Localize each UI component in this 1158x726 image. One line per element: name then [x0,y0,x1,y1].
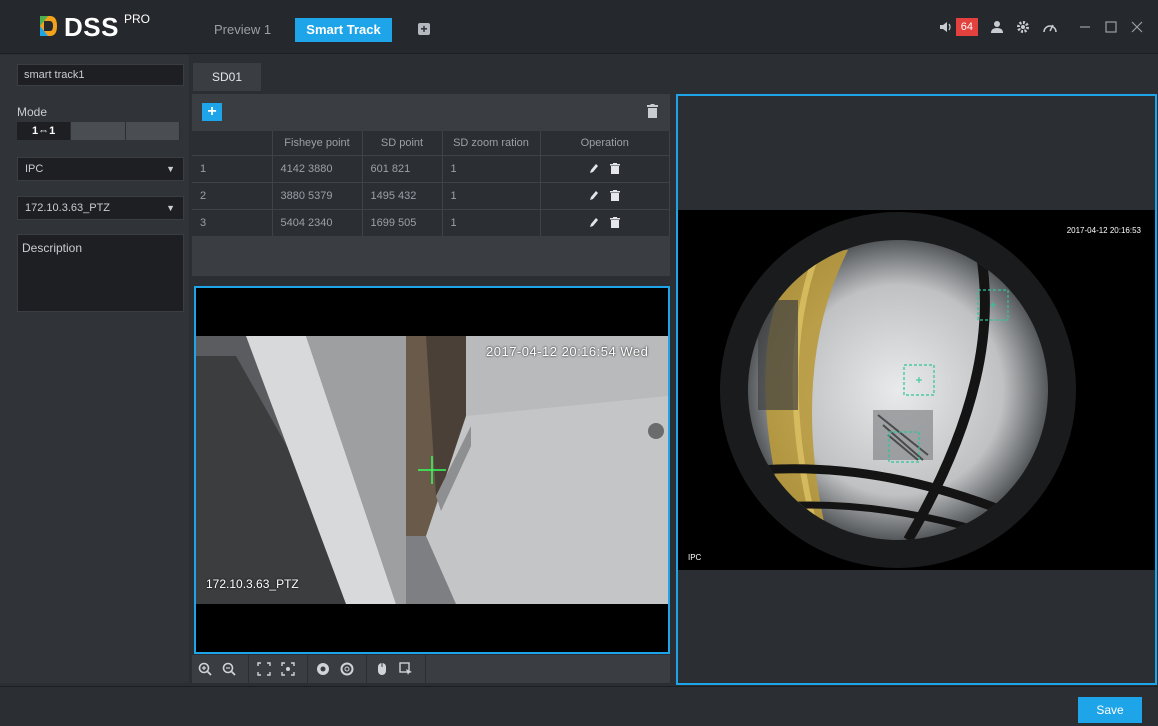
alarm-count-badge: 64 [955,18,978,36]
alarm-indicator[interactable]: 64 [939,18,978,36]
region-select-icon[interactable] [399,662,413,676]
sd-zoom: 1 [442,208,541,236]
col-zoom: SD zoom ration [442,131,541,155]
calibration-table-panel: + Fisheye point SD point SD zoom ration … [192,94,670,276]
add-point-button[interactable]: + [202,103,222,121]
sd-zoom: 1 [442,154,541,182]
toolbar-divider [248,655,249,683]
fit-view-icon[interactable] [257,662,271,676]
sd-zoom: 1 [442,181,541,209]
table-row[interactable]: 2 3880 5379 1495 432 1 [192,181,670,209]
sd-point: 601 821 [362,154,443,182]
iris-open-icon[interactable] [316,662,330,676]
focus-icon[interactable] [281,662,295,676]
channel-value: 172.10.3.63_PTZ [25,202,111,214]
iris-close-icon[interactable] [340,662,354,676]
logo-sup: PRO [123,12,150,26]
sd-point: 1699 505 [362,208,443,236]
description-placeholder: Description [22,241,83,255]
logo-mark-icon [40,16,57,36]
row-operations [540,154,670,182]
fisheye-point: 3880 5379 [272,181,363,209]
tab-preview[interactable]: Preview 1 [214,18,271,42]
mode-option-1-to-1[interactable]: 1⇔1 [17,122,72,140]
edit-icon[interactable] [589,217,599,228]
calibration-table: Fisheye point SD point SD zoom ration Op… [192,131,670,236]
app-logo: DSS PRO [38,12,150,42]
delete-all-icon[interactable] [647,104,658,118]
fisheye-video-view[interactable]: 2017-04-12 20:16:53 IPC [676,94,1157,685]
toolbar-divider [307,655,308,683]
logo-text: DSS [64,12,119,42]
ptz-timestamp: 2017-04-12 20:16:54 Wed [486,344,649,359]
bottom-bar: Save [0,686,1158,726]
user-icon[interactable] [990,20,1004,34]
left-panel: smart track1 Mode 1⇔1 IPC ▼ 172.10.3.63_… [0,55,189,683]
top-right-icons: 64 [939,18,1144,36]
fisheye-image [720,212,1076,568]
mode-option-2[interactable] [71,122,126,140]
tab-sd01[interactable]: SD01 [193,63,261,91]
fisheye-channel-label: IPC [688,553,702,562]
edit-icon[interactable] [589,190,599,201]
fisheye-video-frame[interactable] [678,210,1155,570]
sd-point: 1495 432 [362,181,443,209]
minimize-icon[interactable] [1078,20,1092,34]
table-row[interactable]: 3 5404 2340 1699 505 1 [192,208,670,236]
crosshair-icon [418,456,446,484]
ptz-channel-label: 172.10.3.63_PTZ [206,577,299,591]
delete-icon[interactable] [610,190,621,202]
row-index: 2 [192,181,273,209]
gauge-icon[interactable] [1042,20,1058,34]
add-tab-button[interactable]: + [418,23,430,35]
speaker-icon [939,22,951,32]
ptz-video-view[interactable]: 2017-04-12 20:16:54 Wed 172.10.3.63_PTZ [194,286,670,654]
fisheye-point: 5404 2340 [272,208,363,236]
col-index [192,131,273,155]
row-operations [540,181,670,209]
tab-smart-track[interactable]: Smart Track [295,18,392,42]
mode-selector: 1⇔1 [17,122,180,140]
subtab-bar: SD01 [189,55,678,91]
channel-select[interactable]: 172.10.3.63_PTZ ▼ [17,196,184,220]
zoom-in-icon[interactable] [198,662,212,676]
fisheye-timestamp: 2017-04-12 20:16:53 [1066,226,1141,235]
fisheye-point: 4142 3880 [272,154,363,182]
device-type-select[interactable]: IPC ▼ [17,157,184,181]
mode-label: Mode [17,105,48,119]
col-sd-point: SD point [362,131,443,155]
gear-icon[interactable] [1016,20,1030,34]
delete-icon[interactable] [610,217,621,229]
row-index: 1 [192,154,273,182]
table-header-row: Fisheye point SD point SD zoom ration Op… [192,131,670,155]
video-toolbar [192,655,670,683]
close-icon[interactable] [1130,20,1144,34]
mode-option-3[interactable] [125,122,180,140]
toolbar-divider [366,655,367,683]
delete-icon[interactable] [610,163,621,175]
row-index: 3 [192,208,273,236]
table-row[interactable]: 1 4142 3880 601 821 1 [192,154,670,182]
toolbar-divider [425,655,426,683]
edit-icon[interactable] [589,163,599,174]
maximize-icon[interactable] [1104,20,1118,34]
col-operation: Operation [540,131,670,155]
chevron-down-icon: ▼ [166,203,175,213]
top-bar: DSS PRO Preview 1 Smart Track + 64 [0,0,1158,54]
mouse-control-icon[interactable] [375,662,389,676]
device-type-value: IPC [25,163,44,175]
chevron-down-icon: ▼ [166,164,175,174]
description-field[interactable]: Description [17,234,184,312]
col-fisheye: Fisheye point [272,131,363,155]
save-button[interactable]: Save [1078,697,1142,723]
track-name-input[interactable]: smart track1 [17,64,184,86]
zoom-out-icon[interactable] [222,662,236,676]
row-operations [540,208,670,236]
